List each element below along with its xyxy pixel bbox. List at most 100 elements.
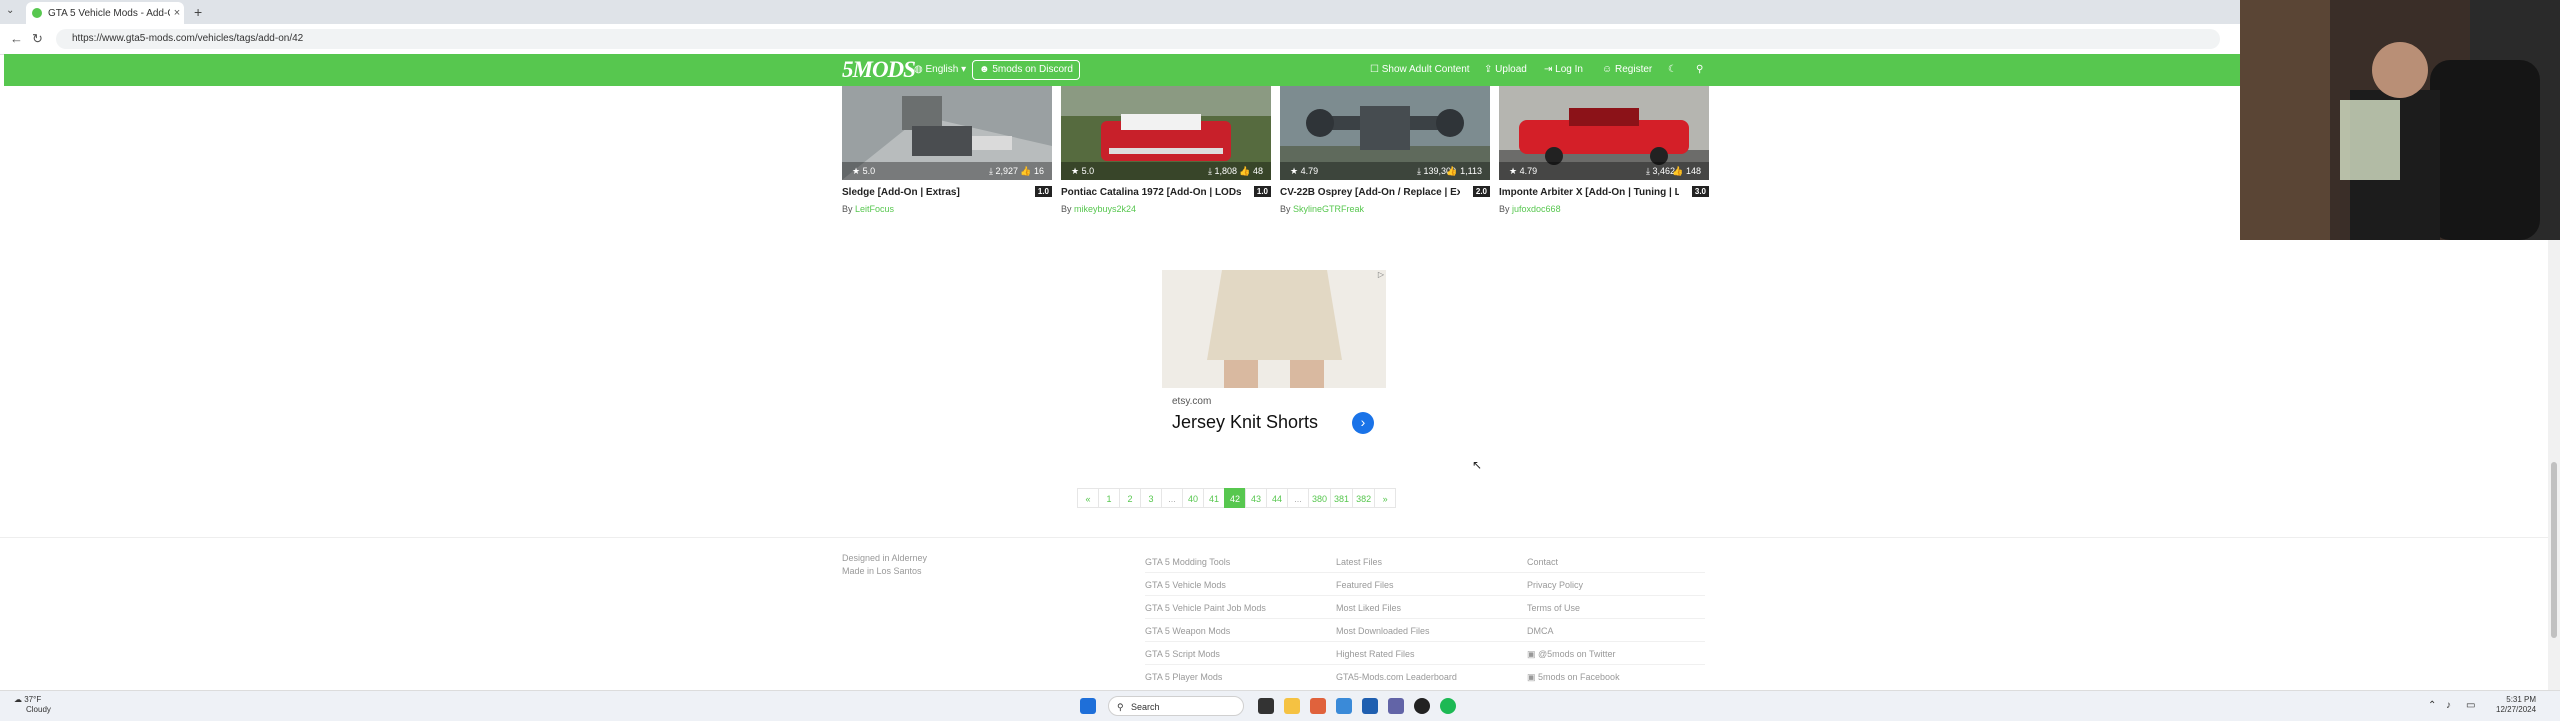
footer-link[interactable]: Contact <box>1527 557 1558 567</box>
search-icon[interactable]: ⚲ <box>1696 64 1703 75</box>
mod-version-badge: 1.0 <box>1253 186 1271 197</box>
language-selector[interactable]: ◍ English ▾ <box>914 64 966 75</box>
footer-link[interactable]: Terms of Use <box>1527 603 1580 613</box>
mod-author-link[interactable]: SkylineGTRFreak <box>1293 204 1364 214</box>
footer-link[interactable]: Privacy Policy <box>1527 580 1583 590</box>
obs-icon[interactable] <box>1414 698 1430 714</box>
mod-card[interactable]: ★ 4.79 ⤓ 139,300 👍 1,113 CV-22B Osprey [… <box>1280 86 1490 214</box>
page-ellipsis: ... <box>1287 488 1309 508</box>
windows-start-icon[interactable] <box>1080 698 1096 714</box>
discord-button[interactable]: ☻ 5mods on Discord <box>972 60 1080 80</box>
footer-link[interactable]: GTA 5 Vehicle Mods <box>1145 580 1226 590</box>
tab-close-icon[interactable]: × <box>170 7 184 19</box>
teams-icon[interactable] <box>1388 698 1404 714</box>
footer-link[interactable]: GTA5-Mods.com Leaderboard <box>1336 672 1457 682</box>
page-link[interactable]: 380 <box>1308 488 1332 508</box>
task-view-icon[interactable] <box>1258 698 1274 714</box>
site-logo[interactable]: 5MODS <box>842 57 916 83</box>
footer-facebook-link[interactable]: ▣ 5mods on Facebook <box>1527 672 1620 683</box>
register-link[interactable]: ☺ Register <box>1602 64 1652 75</box>
browser-tab-active[interactable]: GTA 5 Vehicle Mods - Add-On - 42 × <box>26 2 184 24</box>
mod-author-link[interactable]: LeitFocus <box>855 204 894 214</box>
mod-version-badge: 1.0 <box>1034 186 1052 197</box>
mod-thumbnail[interactable]: ★ 4.79 ⤓ 139,300 👍 1,113 <box>1280 86 1490 180</box>
footer-divider <box>0 537 2560 538</box>
page-current[interactable]: 42 <box>1224 488 1246 508</box>
reload-icon[interactable]: ↻ <box>32 31 43 47</box>
page-link[interactable]: 44 <box>1266 488 1288 508</box>
tab-list-dropdown-icon[interactable]: ⌄ <box>6 5 14 16</box>
page-link[interactable]: 3 <box>1140 488 1162 508</box>
dark-mode-moon-icon[interactable]: ☾ <box>1668 64 1677 75</box>
mod-title[interactable]: Imponte Arbiter X [Add-On | Tuning | Li.… <box>1499 187 1679 198</box>
page-link[interactable]: 1 <box>1098 488 1120 508</box>
back-arrow-icon[interactable]: ← <box>10 31 23 46</box>
footer-row-divider <box>1145 595 1705 596</box>
page-prev-button[interactable]: « <box>1077 488 1099 508</box>
pagination: « 1 2 3 ... 40 41 42 43 44 ... 380 381 3… <box>1077 488 1397 508</box>
mod-card[interactable]: ★ 4.79 ⤓ 3,462 👍 148 Imponte Arbiter X [… <box>1499 86 1709 214</box>
footer-link[interactable]: GTA 5 Player Mods <box>1145 672 1222 682</box>
by-label: By <box>842 204 853 214</box>
mod-thumbnail[interactable]: ★ 4.79 ⤓ 3,462 👍 148 <box>1499 86 1709 180</box>
footer-link[interactable]: Latest Files <box>1336 557 1382 567</box>
new-tab-button[interactable]: + <box>194 4 202 20</box>
mod-thumbnail[interactable]: ★ 5.0 ⤓ 2,927 👍 16 <box>842 86 1052 180</box>
app-icon[interactable] <box>1310 698 1326 714</box>
likes: 👍 1,113 <box>1446 166 1482 176</box>
file-explorer-icon[interactable] <box>1284 698 1300 714</box>
footer-link[interactable]: Most Downloaded Files <box>1336 626 1430 636</box>
search-icon: ⚲ <box>1117 702 1124 712</box>
advertisement[interactable]: ▷ etsy.com Jersey Knit Shorts › <box>1162 270 1386 456</box>
page-next-button[interactable]: » <box>1374 488 1397 508</box>
page-link[interactable]: 41 <box>1203 488 1225 508</box>
page-link[interactable]: 381 <box>1330 488 1354 508</box>
login-link[interactable]: ⇥ Log In <box>1544 64 1583 75</box>
footer-link[interactable]: DMCA <box>1527 626 1554 636</box>
notification-bell-icon[interactable]: ♪ <box>2446 700 2451 711</box>
mod-card[interactable]: ★ 5.0 ⤓ 1,808 👍 48 Pontiac Catalina 1972… <box>1061 86 1271 214</box>
footer-link[interactable]: Highest Rated Files <box>1336 649 1415 659</box>
footer-link[interactable]: Most Liked Files <box>1336 603 1401 613</box>
page-link[interactable]: 43 <box>1245 488 1267 508</box>
network-icon[interactable]: ▭ <box>2466 700 2475 711</box>
mod-title[interactable]: CV-22B Osprey [Add-On / Replace | Ext... <box>1280 187 1460 198</box>
footer-link[interactable]: Featured Files <box>1336 580 1394 590</box>
footer-link[interactable]: GTA 5 Weapon Mods <box>1145 626 1230 636</box>
mod-author-link[interactable]: jufoxdoc668 <box>1512 204 1561 214</box>
footer-link[interactable]: GTA 5 Script Mods <box>1145 649 1220 659</box>
taskbar-search[interactable]: ⚲ Search <box>1108 696 1244 716</box>
footer-link[interactable]: GTA 5 Modding Tools <box>1145 557 1230 567</box>
show-adult-content-toggle[interactable]: ☐ Show Adult Content <box>1370 64 1470 75</box>
upload-link[interactable]: ⇪ Upload <box>1484 64 1527 75</box>
scrollbar-thumb[interactable] <box>2551 462 2557 638</box>
page-link[interactable]: 40 <box>1182 488 1204 508</box>
adult-label: Show Adult Content <box>1381 64 1470 75</box>
mod-byline: By SkylineGTRFreak <box>1280 204 1364 214</box>
footer-twitter-link[interactable]: ▣ @5mods on Twitter <box>1527 649 1616 660</box>
ad-image[interactable] <box>1162 270 1386 388</box>
page-link[interactable]: 2 <box>1119 488 1141 508</box>
ad-title[interactable]: Jersey Knit Shorts <box>1172 412 1318 433</box>
spotify-icon[interactable] <box>1440 698 1456 714</box>
store-icon[interactable] <box>1362 698 1378 714</box>
edge-browser-icon[interactable] <box>1336 698 1352 714</box>
mod-title[interactable]: Sledge [Add-On | Extras] <box>842 187 1022 198</box>
rating: ★ 5.0 <box>852 166 876 176</box>
mod-title[interactable]: Pontiac Catalina 1972 [Add-On | LODs] <box>1061 187 1241 198</box>
mod-author-link[interactable]: mikeybuys2k24 <box>1074 204 1136 214</box>
user-icon: ☺ <box>1602 64 1615 75</box>
shorts-product-image <box>1162 270 1386 388</box>
footer-link[interactable]: GTA 5 Vehicle Paint Job Mods <box>1145 603 1266 613</box>
page-link[interactable]: 382 <box>1352 488 1376 508</box>
footer-row-divider <box>1145 641 1705 642</box>
url-field[interactable]: https://www.gta5-mods.com/vehicles/tags/… <box>56 29 2220 49</box>
mod-thumbnail[interactable]: ★ 5.0 ⤓ 1,808 👍 48 <box>1061 86 1271 180</box>
mod-card[interactable]: ★ 5.0 ⤓ 2,927 👍 16 Sledge [Add-On | Extr… <box>842 86 1052 214</box>
chevron-up-icon[interactable]: ⌃ <box>2428 700 2436 711</box>
ad-arrow-button[interactable]: › <box>1352 412 1374 434</box>
login-label: Log In <box>1555 64 1583 75</box>
ad-choices-icon[interactable]: ▷ <box>1378 270 1384 279</box>
system-clock[interactable]: 5:31 PM 12/27/2024 <box>2496 695 2536 715</box>
weather-widget[interactable]: ☁ 37°F Cloudy <box>14 695 51 715</box>
